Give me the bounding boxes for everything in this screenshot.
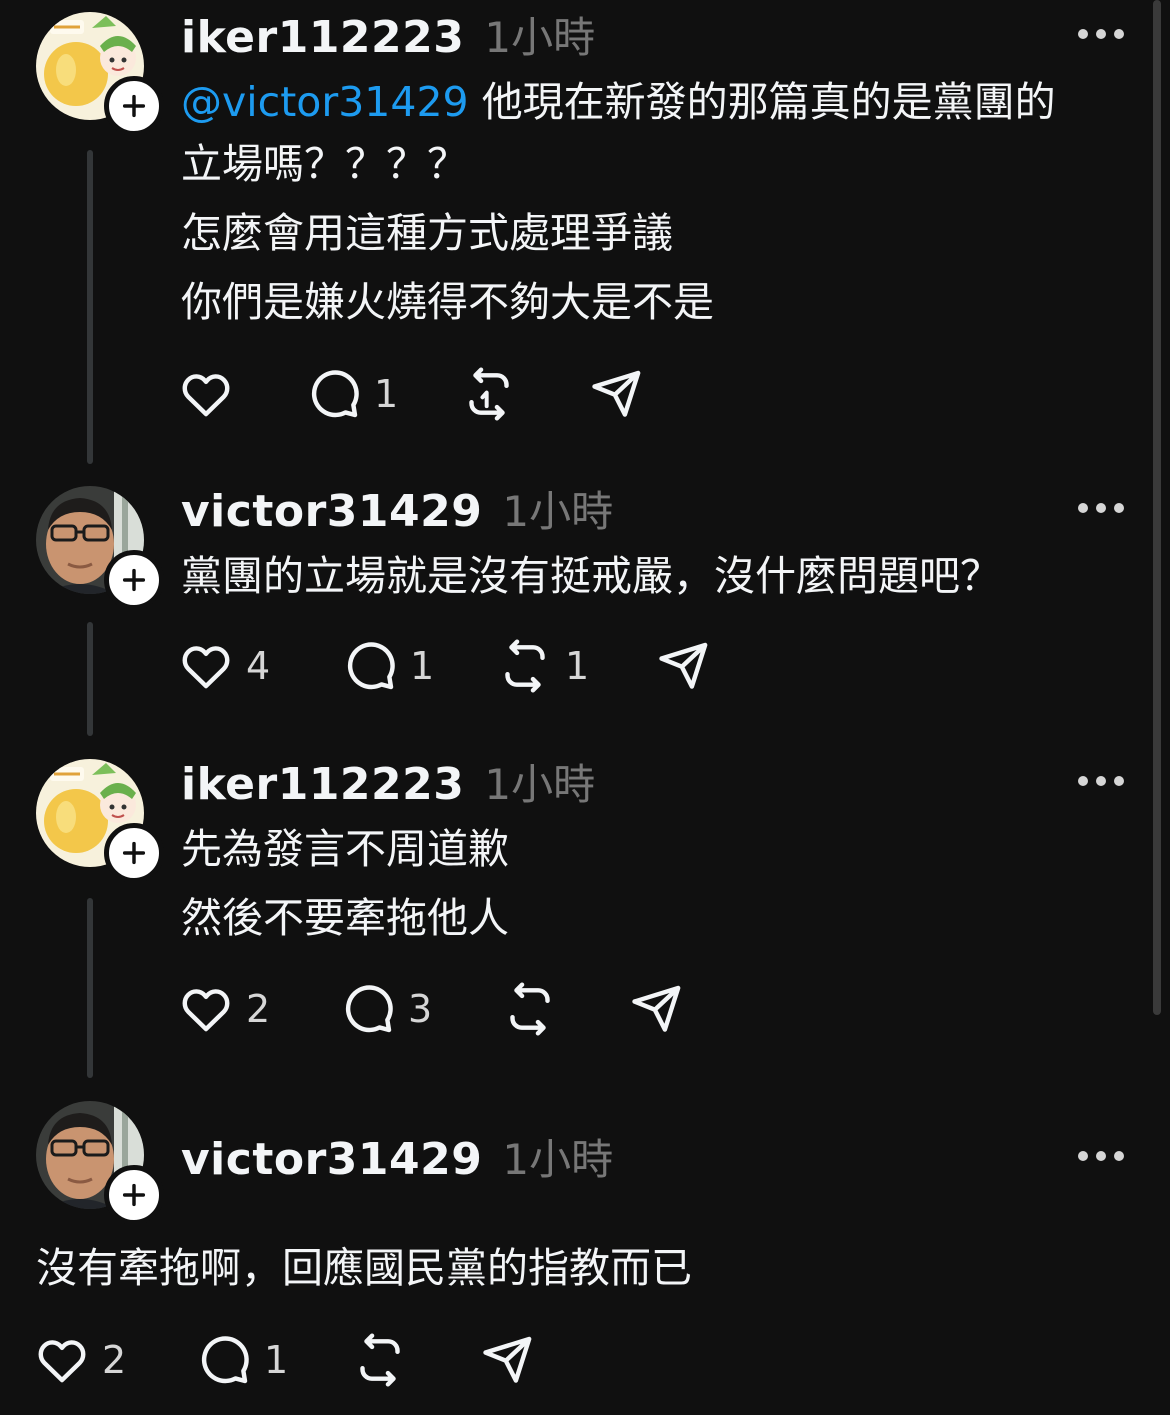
avatar-container xyxy=(36,12,164,136)
post-header: iker112223 1小時 xyxy=(181,4,595,64)
timestamp: 1小時 xyxy=(484,13,596,62)
share-button[interactable] xyxy=(479,1330,535,1390)
avatar-container xyxy=(36,759,164,883)
post-header: victor31429 1小時 xyxy=(181,478,613,538)
repost-button[interactable]: 1 xyxy=(497,636,589,696)
thread-line xyxy=(87,622,93,736)
more-icon xyxy=(1096,1151,1106,1161)
comment-bubble-icon xyxy=(306,366,362,422)
post-text-line: 你們是嫌火燒得不夠大是不是 xyxy=(181,278,714,326)
more-icon xyxy=(1114,29,1124,39)
plus-icon xyxy=(118,90,150,122)
more-icon xyxy=(1114,503,1124,513)
reply-button[interactable]: 1 xyxy=(196,1330,288,1390)
repost-icon xyxy=(502,981,558,1037)
comment-bubble-icon xyxy=(340,981,396,1037)
plus-icon xyxy=(118,564,150,596)
share-button[interactable] xyxy=(628,979,684,1039)
post-text-line: @victor31429 他現在新發的那篇真的是黨團的 xyxy=(181,72,1056,132)
comment-bubble-icon xyxy=(196,1332,252,1388)
more-icon xyxy=(1078,776,1088,786)
username[interactable]: iker112223 xyxy=(181,12,464,63)
avatar-container xyxy=(36,1101,164,1225)
plus-icon xyxy=(118,837,150,869)
follow-button[interactable] xyxy=(104,823,164,883)
more-options-button[interactable] xyxy=(1078,1148,1124,1164)
follow-button[interactable] xyxy=(104,1165,164,1225)
like-count: 2 xyxy=(102,1338,127,1382)
post-text-line: 沒有牽拖啊，回應國民黨的指教而已 xyxy=(36,1244,692,1292)
reply-button[interactable]: 1 xyxy=(306,364,398,424)
post-text-line: 黨團的立場就是沒有挺戒嚴，沒什麼問題吧？ xyxy=(181,552,1001,600)
follow-button[interactable] xyxy=(104,76,164,136)
more-icon xyxy=(1096,776,1106,786)
follow-button[interactable] xyxy=(104,550,164,610)
reply-button[interactable]: 3 xyxy=(340,979,432,1039)
repost-icon xyxy=(461,366,517,422)
more-options-button[interactable] xyxy=(1078,773,1124,789)
thread-line xyxy=(87,150,93,464)
reply-count: 1 xyxy=(374,372,399,416)
more-options-button[interactable] xyxy=(1078,26,1124,42)
comment-bubble-icon xyxy=(342,638,398,694)
reply-button[interactable]: 1 xyxy=(342,636,434,696)
repost-icon xyxy=(497,638,553,694)
mention-link[interactable]: @victor31429 xyxy=(181,78,469,126)
more-icon xyxy=(1096,29,1106,39)
timestamp: 1小時 xyxy=(502,487,614,536)
post-header: victor31429 1小時 xyxy=(181,1126,613,1186)
post-text-line: 然後不要牽拖他人 xyxy=(181,894,509,942)
heart-icon xyxy=(178,366,234,422)
send-icon xyxy=(655,638,711,694)
send-icon xyxy=(588,366,644,422)
username[interactable]: iker112223 xyxy=(181,759,464,810)
repost-button[interactable] xyxy=(461,364,517,424)
heart-icon xyxy=(34,1332,90,1388)
repost-count: 1 xyxy=(565,644,590,688)
more-icon xyxy=(1114,1151,1124,1161)
more-options-button[interactable] xyxy=(1078,500,1124,516)
post-text-line: 立場嗎？？？？ xyxy=(181,140,468,188)
like-count: 2 xyxy=(246,987,271,1031)
repost-icon xyxy=(352,1332,408,1388)
like-button[interactable]: 2 xyxy=(34,1330,126,1390)
send-icon xyxy=(479,1332,535,1388)
like-button[interactable] xyxy=(178,364,234,424)
reply-count: 1 xyxy=(264,1338,289,1382)
heart-icon xyxy=(178,638,234,694)
share-button[interactable] xyxy=(655,636,711,696)
heart-icon xyxy=(178,981,234,1037)
more-icon xyxy=(1078,29,1088,39)
more-icon xyxy=(1078,1151,1088,1161)
plus-icon xyxy=(118,1179,150,1211)
like-button[interactable]: 4 xyxy=(178,636,270,696)
username[interactable]: victor31429 xyxy=(181,1134,482,1185)
post-text-segment: 他現在新發的那篇真的是黨團的 xyxy=(481,78,1056,126)
reply-count: 1 xyxy=(410,644,435,688)
repost-button[interactable] xyxy=(352,1330,408,1390)
like-count: 4 xyxy=(246,644,271,688)
avatar-container xyxy=(36,486,164,610)
thread-line xyxy=(87,898,93,1078)
post-text-line: 先為發言不周道歉 xyxy=(181,825,509,873)
share-button[interactable] xyxy=(588,364,644,424)
scrollbar[interactable] xyxy=(1153,0,1161,1015)
reply-count: 3 xyxy=(408,987,433,1031)
more-icon xyxy=(1096,503,1106,513)
more-icon xyxy=(1114,776,1124,786)
post-header: iker112223 1小時 xyxy=(181,751,595,811)
repost-button[interactable] xyxy=(502,979,558,1039)
send-icon xyxy=(628,981,684,1037)
timestamp: 1小時 xyxy=(502,1135,614,1184)
timestamp: 1小時 xyxy=(484,760,596,809)
like-button[interactable]: 2 xyxy=(178,979,270,1039)
username[interactable]: victor31429 xyxy=(181,486,482,537)
more-icon xyxy=(1078,503,1088,513)
post-text-line: 怎麼會用這種方式處理爭議 xyxy=(181,209,673,257)
